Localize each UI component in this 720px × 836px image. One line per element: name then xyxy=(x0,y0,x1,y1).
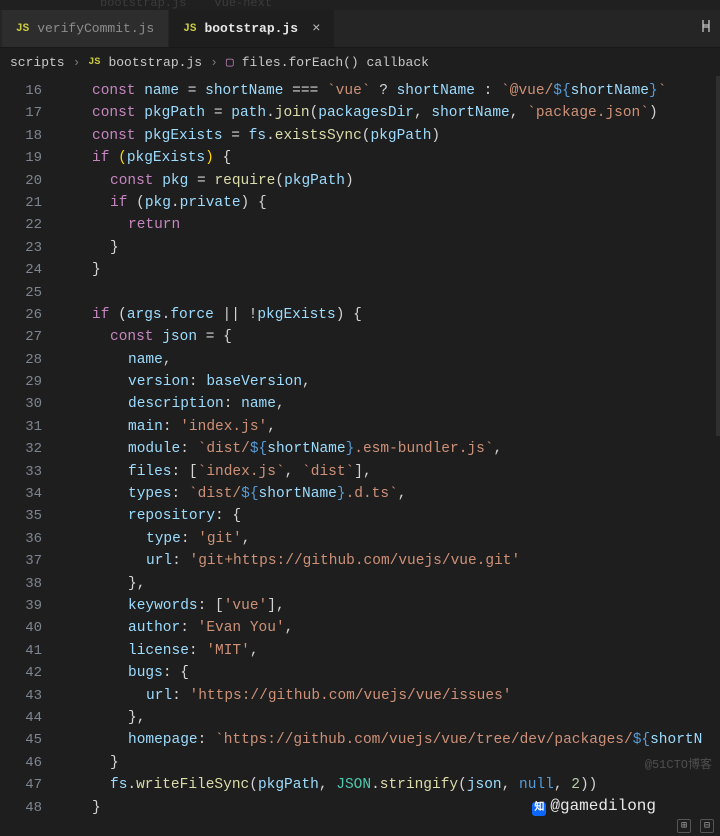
chevron-right-icon: › xyxy=(210,55,218,70)
js-file-icon: JS xyxy=(88,57,100,68)
zhihu-icon: 知 xyxy=(532,802,546,816)
panel-toolstrip: ⊞ ⊟ xyxy=(677,819,714,833)
watermark-zhihu: 知@gamedilong xyxy=(532,797,656,816)
tab-label: verifyCommit.js xyxy=(37,21,154,36)
js-file-icon: JS xyxy=(183,23,196,35)
tab-verify-commit[interactable]: JS verifyCommit.js xyxy=(2,10,169,47)
code-editor[interactable]: 1617181920212223242526272829303132333435… xyxy=(0,76,720,824)
js-file-icon: JS xyxy=(16,23,29,35)
title-tab-2: vue-next xyxy=(214,0,272,10)
compare-changes-icon[interactable] xyxy=(698,18,714,39)
watermark-blog: @51CTO博客 xyxy=(645,755,712,772)
symbol-method-icon: ▢ xyxy=(226,55,234,70)
title-tab-1: bootstrap.js xyxy=(100,0,186,10)
panel-layout-icon[interactable]: ⊞ xyxy=(677,819,691,833)
breadcrumb-folder[interactable]: scripts xyxy=(10,55,65,70)
line-number-gutter: 1617181920212223242526272829303132333435… xyxy=(0,76,56,824)
panel-layout-icon[interactable]: ⊟ xyxy=(700,819,714,833)
code-area[interactable]: const name = shortName === `vue` ? short… xyxy=(56,76,720,824)
title-bar: bootstrap.js vue-next xyxy=(0,0,720,10)
close-icon[interactable]: × xyxy=(312,21,320,37)
breadcrumb-file[interactable]: bootstrap.js xyxy=(108,55,202,70)
breadcrumb[interactable]: scripts › JS bootstrap.js › ▢ files.forE… xyxy=(0,48,720,76)
breadcrumb-symbol[interactable]: files.forEach() callback xyxy=(242,55,429,70)
chevron-right-icon: › xyxy=(73,55,81,70)
tab-bootstrap[interactable]: JS bootstrap.js × xyxy=(169,10,335,47)
scrollbar[interactable] xyxy=(716,76,720,436)
tab-label: bootstrap.js xyxy=(204,21,298,36)
editor-tabs: JS verifyCommit.js JS bootstrap.js × xyxy=(0,10,720,48)
